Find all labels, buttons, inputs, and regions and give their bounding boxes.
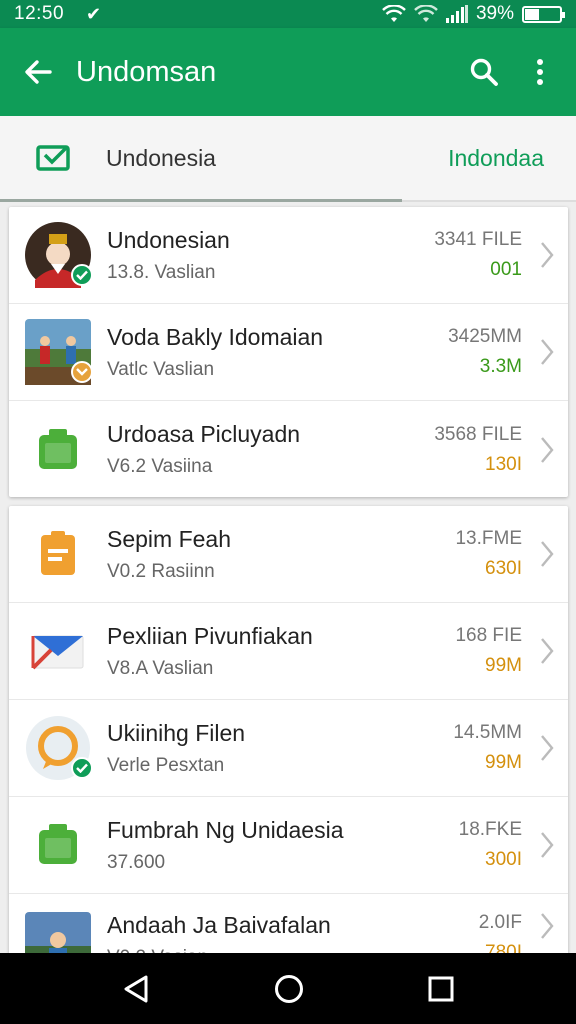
chevron-right-icon xyxy=(532,241,562,269)
list-item[interactable]: Undonesian 13.8. Vaslian 3341 FILE 001 xyxy=(9,207,568,304)
app-icon xyxy=(25,521,91,587)
chevron-right-icon xyxy=(532,831,562,859)
tab-bar: Undonesia Indondaa xyxy=(0,116,576,202)
check-icon: ✔ xyxy=(86,3,102,24)
list-item[interactable]: Urdoasa Picluyadn V6.2 Vasiina 3568 FILE… xyxy=(9,401,568,498)
item-size: 14.5MM xyxy=(453,722,522,743)
nav-recents-icon[interactable] xyxy=(428,976,454,1002)
item-size: 18.FKE xyxy=(458,819,522,840)
envelope-icon xyxy=(31,635,84,670)
item-count: 3.3M xyxy=(479,356,522,377)
chevron-right-icon xyxy=(532,637,562,665)
item-version: V0.2 Rasiinn xyxy=(107,560,215,582)
item-size: 13.FME xyxy=(455,528,522,549)
chevron-right-icon xyxy=(532,734,562,762)
item-version: V8.A Vaslian xyxy=(107,657,214,679)
item-name: Pexliian Pivunfiakan xyxy=(107,622,313,649)
item-count: 99M xyxy=(485,655,522,676)
item-count: 300I xyxy=(485,849,522,870)
page-title: Undomsan xyxy=(76,55,217,88)
wifi-icon xyxy=(382,5,406,22)
item-size: 168 FIE xyxy=(455,625,522,646)
android-app-icon xyxy=(39,428,77,469)
tab-label-active: Undonesia xyxy=(106,144,216,171)
app-list-card-1: Undonesian 13.8. Vaslian 3341 FILE 001 V… xyxy=(9,207,568,497)
list-item[interactable]: Fumbrah Ng Unidaesia 37.600 18.FKE 300I xyxy=(9,797,568,894)
item-size: 3341 FILE xyxy=(434,229,522,250)
item-count: 001 xyxy=(490,259,522,280)
chevron-right-icon xyxy=(532,912,562,940)
item-version: Vatlc Vaslian xyxy=(107,358,215,380)
system-nav-bar xyxy=(0,953,576,1024)
item-version: 13.8. Vaslian xyxy=(107,261,216,283)
chevron-right-icon xyxy=(532,338,562,366)
arrow-left-icon xyxy=(25,60,52,84)
item-count: 99M xyxy=(485,752,522,773)
android-app-icon xyxy=(39,824,77,864)
item-name: Undonesian xyxy=(107,226,230,253)
item-version: Verle Pesxtan xyxy=(107,754,225,776)
tab-indondaa[interactable]: Indondaa xyxy=(448,145,544,172)
nav-home-icon[interactable] xyxy=(274,974,304,1004)
verified-badge-icon xyxy=(71,264,93,286)
list-item[interactable]: Sepim Feah V0.2 Rasiinn 13.FME 630I xyxy=(9,506,568,603)
app-icon xyxy=(25,812,91,878)
update-badge-icon xyxy=(71,361,93,383)
search-icon xyxy=(470,58,498,86)
chevron-right-icon xyxy=(532,540,562,568)
app-icon xyxy=(25,417,91,483)
app-thumbnail xyxy=(25,319,93,385)
tab-undonesia[interactable]: Undonesia xyxy=(0,116,402,202)
app-list-card-2: Sepim Feah V0.2 Rasiinn 13.FME 630I Pexl… xyxy=(9,506,568,978)
list-item[interactable]: Voda Bakly Idomaian Vatlc Vaslian 3425MM… xyxy=(9,304,568,401)
status-bar: 12:50 ✔ 39% xyxy=(0,0,576,28)
chevron-right-icon xyxy=(532,436,562,464)
item-name: Fumbrah Ng Unidaesia xyxy=(107,816,344,843)
item-name: Urdoasa Picluyadn xyxy=(107,421,301,447)
battery-icon xyxy=(522,5,565,23)
item-name: Ukiinihg Filen xyxy=(107,719,246,746)
item-name: Voda Bakly Idomaian xyxy=(107,323,324,350)
item-count: 130I xyxy=(485,453,522,475)
search-button[interactable] xyxy=(456,57,512,87)
app-icon xyxy=(25,618,91,684)
clipboard-icon xyxy=(41,531,75,575)
item-size: 2.0IF xyxy=(478,912,522,933)
back-button[interactable] xyxy=(0,59,76,85)
item-name: Sepim Feah xyxy=(107,525,232,552)
item-version: 37.600 xyxy=(107,851,166,873)
list-item[interactable]: Pexliian Pivunfiakan V8.A Vaslian 168 FI… xyxy=(9,603,568,700)
wifi-alt-icon xyxy=(414,5,438,22)
more-options-button[interactable] xyxy=(512,58,568,86)
app-bar: Undomsan xyxy=(0,28,576,116)
item-size: 3568 FILE xyxy=(434,423,522,445)
signal-icon xyxy=(445,5,468,23)
status-time: 12:50 xyxy=(14,3,65,24)
item-version: V6.2 Vasiina xyxy=(107,456,213,477)
battery-fill xyxy=(525,8,540,20)
nav-back-icon[interactable] xyxy=(122,974,150,1004)
list-item[interactable]: Ukiinihg Filen Verle Pesxtan 14.5MM 99M xyxy=(9,700,568,797)
verified-badge-icon xyxy=(71,757,93,779)
item-name: Andaah Ja Baivafalan xyxy=(107,912,331,938)
avatar xyxy=(25,222,93,288)
item-size: 3425MM xyxy=(448,326,522,347)
item-count: 630I xyxy=(485,558,522,579)
more-vert-icon xyxy=(537,59,543,85)
folder-check-icon xyxy=(36,145,70,171)
app-icon xyxy=(25,715,93,781)
battery-percent: 39% xyxy=(475,3,514,24)
